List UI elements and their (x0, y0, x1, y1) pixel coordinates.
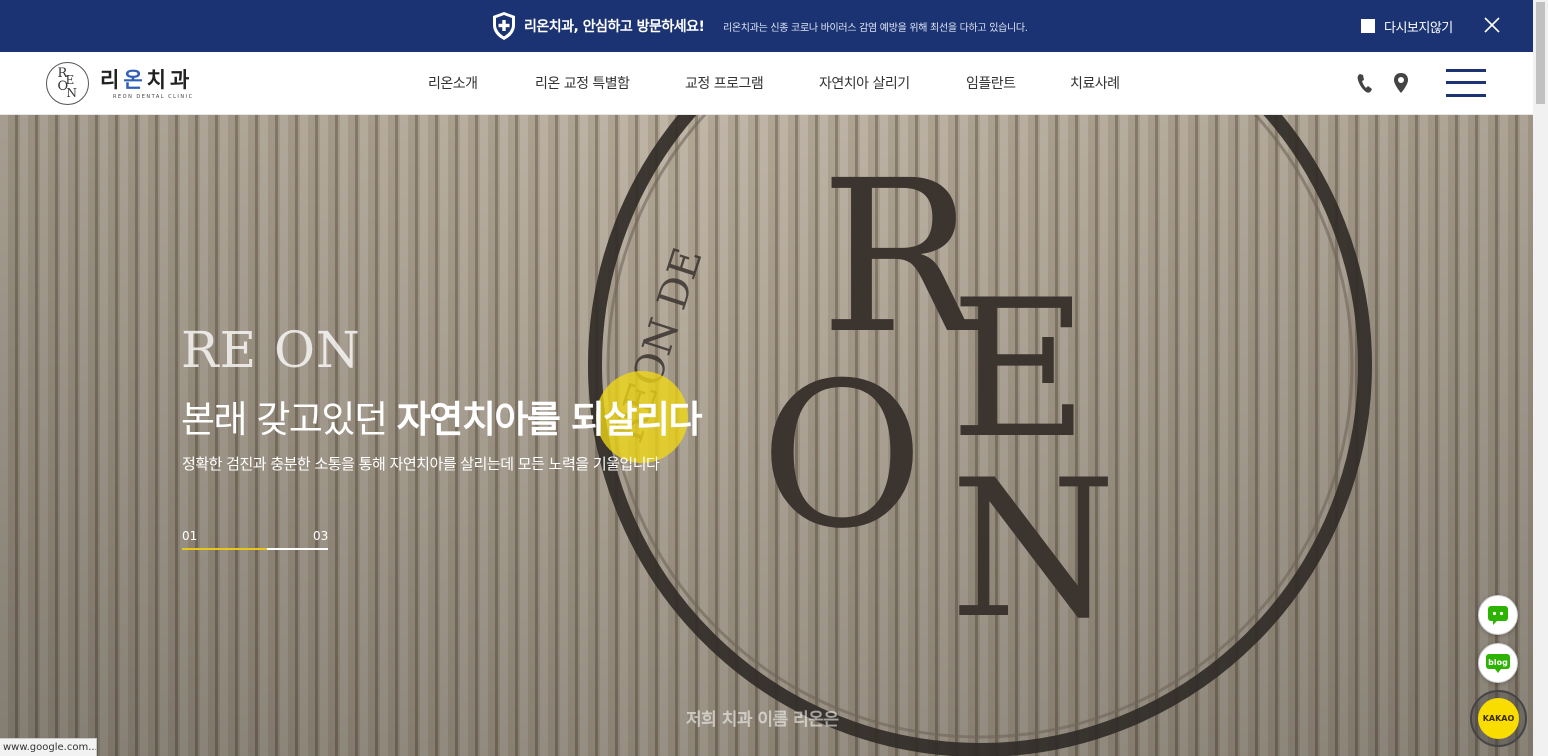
chat-bubble-icon (1488, 606, 1508, 625)
covid-notice-bar: 리온치과, 안심하고 방문하세요! 리온치과는 신종 코로나 바이러스 감염 예… (0, 0, 1533, 52)
kakao-button[interactable]: KAKAO (1478, 698, 1519, 739)
logo-name-part2: 온 (123, 68, 147, 92)
emblem-letter-n: N (66, 85, 78, 100)
nav-item-orthodontic-special[interactable]: 리온 교정 특별함 (535, 73, 630, 93)
site-header: R E O N 리온치과 REON DENTAL CLINIC 리온소개 리온 … (0, 52, 1533, 115)
status-url-tooltip: www.google.com... (0, 738, 97, 756)
hero-headline-bold: 자연치아를 되살리다 (396, 398, 703, 441)
site-logo[interactable]: R E O N 리온치과 REON DENTAL CLINIC (44, 60, 214, 108)
hero-bottom-caption: 저희 치과 이름 리온은 (686, 710, 839, 730)
logo-name-part1: 리 (100, 68, 124, 92)
blog-label: blog (1488, 658, 1508, 667)
nav-item-about[interactable]: 리온소개 (428, 73, 478, 93)
page-scrollbar[interactable] (1533, 0, 1548, 756)
phone-icon[interactable] (1355, 72, 1375, 94)
chat-button[interactable] (1478, 595, 1518, 635)
logo-emblem: R E O N (46, 62, 89, 105)
blog-icon: blog (1486, 654, 1510, 673)
notice-title: 리온치과, 안심하고 방문하세요! (524, 19, 705, 35)
bg-letter-n: N (950, 439, 1116, 660)
slide-progress-fill (182, 548, 267, 550)
blog-button[interactable]: blog (1478, 643, 1518, 683)
slide-current: 01 (182, 529, 198, 543)
nav-item-cases[interactable]: 치료사례 (1070, 73, 1120, 93)
map-pin-icon[interactable] (1391, 72, 1411, 94)
hero-slider: REON DE R E O N RE ON 본래 갖고있던 자연치아를 되살리다… (0, 115, 1533, 756)
hamburger-menu-icon[interactable] (1446, 69, 1486, 97)
logo-subtitle: REON DENTAL CLINIC (113, 94, 194, 100)
nav-item-implant[interactable]: 임플란트 (966, 73, 1016, 93)
nav-item-ortho-program[interactable]: 교정 프로그램 (685, 73, 764, 93)
dont-show-checkbox[interactable] (1361, 19, 1375, 33)
logo-wordmark: 리온치과 (100, 64, 193, 94)
bg-letter-o: O (760, 340, 924, 573)
slide-progress-bar[interactable] (182, 548, 328, 550)
close-icon[interactable] (1482, 15, 1502, 35)
logo-name-part3: 치과 (146, 68, 194, 92)
notice-description: 리온치과는 신종 코로나 바이러스 감염 예방을 위해 최선을 다하고 있습니다… (723, 23, 1028, 34)
hero-tag: RE ON (181, 321, 361, 379)
hero-headline-light: 본래 갖고있던 (181, 398, 397, 441)
hero-headline: 본래 갖고있던 자연치아를 되살리다 (181, 389, 703, 443)
slide-total: 03 (313, 529, 329, 543)
nav-item-natural-teeth[interactable]: 자연치아 살리기 (819, 73, 910, 93)
scrollbar-thumb[interactable] (1536, 2, 1545, 104)
dont-show-label[interactable]: 다시보지않기 (1384, 17, 1453, 36)
hero-subtext: 정확한 검진과 충분한 소통을 통해 자연치아를 살리는데 모든 노력을 기울입… (182, 455, 660, 473)
shield-plus-icon (493, 12, 515, 40)
